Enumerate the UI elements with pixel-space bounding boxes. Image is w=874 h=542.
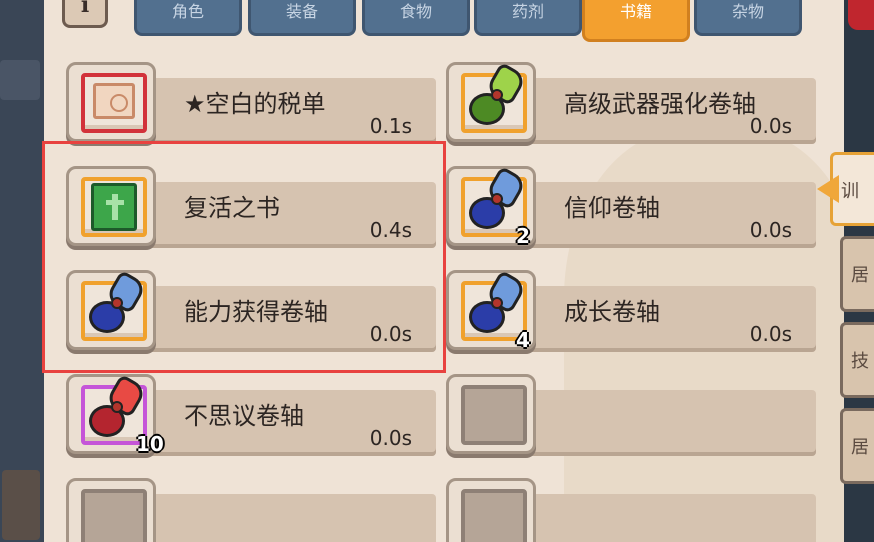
blue-scroll-icon (89, 269, 148, 337)
item-frame (66, 269, 156, 350)
item-icon-box (461, 61, 528, 133)
empty-icon-box (81, 489, 147, 542)
empty-icon-box (461, 489, 527, 542)
info-icon: i (80, 0, 90, 18)
item-icon-box (81, 73, 147, 133)
item-slot-revival-book[interactable]: 复活之书 0.4s (66, 166, 436, 256)
item-slot-blank-tax-form[interactable]: ★空白的税单 0.1s (66, 62, 436, 152)
item-slot-empty[interactable] (446, 478, 816, 542)
item-name: 复活之书 (184, 194, 280, 222)
item-count: 2 (516, 224, 530, 248)
item-frame (446, 374, 536, 454)
left-background (0, 0, 44, 542)
item-slot-faith-scroll[interactable]: 2 信仰卷轴 0.0s (446, 165, 816, 256)
item-frame (66, 62, 156, 142)
side-tab-label: 技 (851, 351, 869, 372)
blue-scroll-icon (469, 165, 528, 233)
item-slot-growth-scroll[interactable]: 4 成长卷轴 0.0s (446, 269, 816, 360)
item-frame (66, 478, 156, 542)
item-name: 信仰卷轴 (564, 194, 660, 222)
character-portrait (2, 470, 40, 540)
side-tab-4[interactable]: 居 (840, 408, 874, 484)
item-icon-box (81, 177, 147, 237)
blue-scroll-icon (469, 269, 528, 337)
side-tab-2[interactable]: 居 (840, 236, 874, 312)
item-time: 0.0s (369, 426, 412, 450)
right-red-decoration (848, 0, 874, 30)
item-slot-ability-scroll[interactable]: 能力获得卷轴 0.0s (66, 269, 436, 360)
item-time: 0.0s (749, 218, 792, 242)
tab-misc[interactable]: 杂物 (694, 0, 802, 36)
ticket-icon (93, 83, 135, 119)
left-decoration (0, 60, 40, 100)
tab-character[interactable]: 角色 (134, 0, 242, 36)
tab-label: 药剂 (511, 2, 544, 21)
green-scroll-icon (469, 61, 528, 129)
side-tab-label: 居 (851, 265, 869, 286)
item-time: 0.4s (369, 218, 412, 242)
red-scroll-icon (89, 373, 148, 441)
item-bar (136, 494, 436, 542)
tab-books[interactable]: 书籍 (582, 0, 690, 42)
item-bar (516, 494, 816, 542)
item-time: 0.1s (369, 114, 412, 138)
tab-label: 书籍 (619, 2, 652, 21)
item-count: 4 (516, 328, 530, 352)
item-count: 10 (136, 432, 164, 456)
item-time: 0.0s (749, 322, 792, 346)
item-frame (66, 166, 156, 246)
side-tab-label: 居 (851, 437, 869, 458)
side-tab-1[interactable]: 训 (817, 152, 874, 226)
item-name: 成长卷轴 (564, 298, 660, 326)
tab-label: 角色 (171, 2, 204, 21)
tab-potion[interactable]: 药剂 (474, 0, 582, 36)
tab-label: 杂物 (731, 2, 764, 21)
item-name: 不思议卷轴 (184, 402, 304, 430)
item-time: 0.0s (749, 114, 792, 138)
item-name: 能力获得卷轴 (184, 298, 328, 326)
item-time: 0.0s (369, 322, 412, 346)
item-bar (516, 390, 816, 456)
tab-label: 食物 (399, 2, 432, 21)
item-name: ★空白的税单 (184, 90, 326, 118)
tab-label: 装备 (285, 2, 318, 21)
tab-food[interactable]: 食物 (362, 0, 470, 36)
item-name: 高级武器强化卷轴 (564, 90, 756, 118)
item-frame (446, 61, 536, 142)
item-slot-empty[interactable] (66, 478, 436, 542)
side-tab-label: 训 (841, 181, 859, 202)
side-tab-3[interactable]: 技 (840, 322, 874, 398)
empty-icon-box (461, 385, 527, 445)
item-slot-mystery-scroll[interactable]: 10 不思议卷轴 0.0s (66, 373, 436, 464)
info-button[interactable]: i (62, 0, 108, 28)
green-book-icon (91, 183, 137, 231)
item-slot-empty[interactable] (446, 374, 816, 464)
item-frame (446, 478, 536, 542)
item-slot-advanced-weapon-scroll[interactable]: 高级武器强化卷轴 0.0s (446, 61, 816, 152)
tab-equipment[interactable]: 装备 (248, 0, 356, 36)
item-icon-box (81, 269, 148, 341)
